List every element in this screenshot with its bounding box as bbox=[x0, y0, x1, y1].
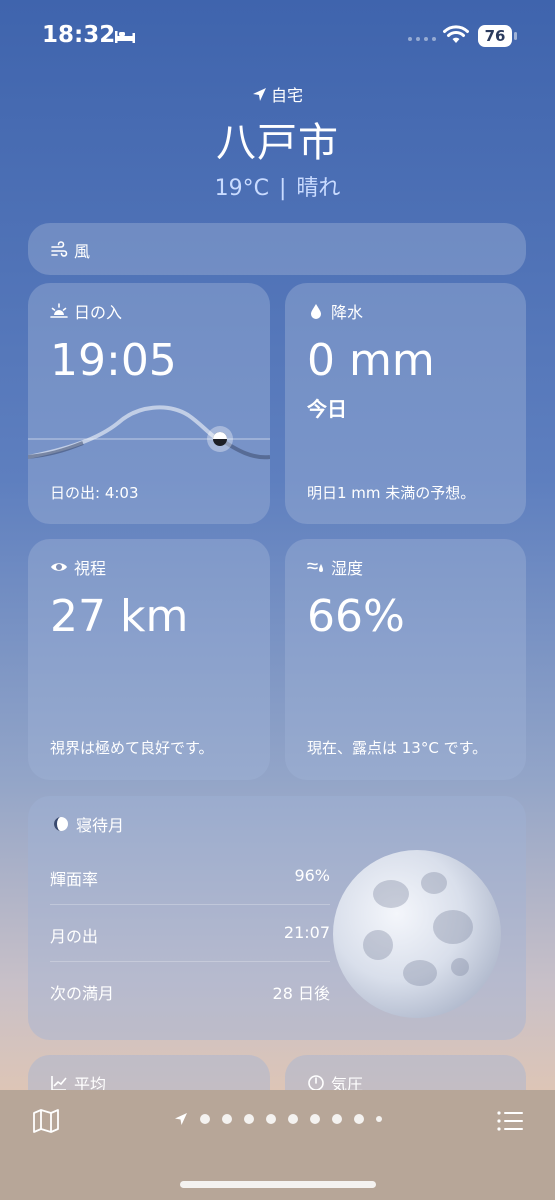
moon-image bbox=[333, 850, 501, 1018]
humidity-icon bbox=[307, 562, 323, 572]
page-dot[interactable] bbox=[309, 1114, 320, 1124]
location-label: 自宅 bbox=[0, 82, 555, 106]
moon-phase-icon bbox=[54, 817, 68, 831]
list-icon[interactable] bbox=[496, 1110, 524, 1132]
status-time: 18:32 bbox=[42, 22, 116, 48]
raindrop-icon bbox=[311, 304, 321, 319]
page-dot[interactable] bbox=[221, 1114, 232, 1124]
wifi-icon bbox=[443, 25, 469, 43]
visibility-card[interactable]: 視程 27 km 視界は極めて良好です。 bbox=[28, 539, 270, 780]
precipitation-card[interactable]: 降水 0 mm 今日 明日1 mm 未満の予想。 bbox=[285, 283, 526, 524]
precipitation-period: 今日 bbox=[307, 397, 347, 421]
sunset-card[interactable]: 日の入 19:05 日の出: 4:03 bbox=[28, 283, 270, 524]
wind-icon bbox=[51, 241, 68, 257]
moon-row-next-full: 次の満月 28 日後 bbox=[50, 980, 330, 1004]
page-dot[interactable] bbox=[353, 1114, 364, 1124]
status-bar: 18:32 76 bbox=[0, 0, 555, 72]
wind-card[interactable]: 風 bbox=[28, 223, 526, 275]
moon-phase-label: 寝待月 bbox=[76, 816, 125, 835]
dew-point-footer: 現在、露点は 13°C です。 bbox=[307, 739, 488, 757]
separator: | bbox=[278, 176, 287, 201]
page-indicator[interactable] bbox=[0, 1112, 555, 1126]
humidity-value: 66% bbox=[307, 591, 405, 642]
visibility-value: 27 km bbox=[50, 591, 189, 642]
city-name: 八戸市 bbox=[216, 120, 339, 166]
humidity-title: 湿度 bbox=[307, 555, 363, 579]
visibility-footer: 視界は極めて良好です。 bbox=[50, 739, 214, 757]
page-dot[interactable] bbox=[331, 1114, 342, 1124]
moon-row-illumination: 輝面率 96% bbox=[50, 866, 330, 890]
sunset-title: 日の入 bbox=[50, 299, 122, 323]
moon-row-value: 28 日後 bbox=[272, 984, 330, 1003]
precipitation-value: 0 mm bbox=[307, 335, 435, 386]
moon-row-label: 月の出 bbox=[50, 927, 99, 946]
sunset-icon bbox=[50, 303, 68, 318]
location-arrow-icon bbox=[252, 87, 266, 101]
moon-row-value: 96% bbox=[294, 866, 330, 885]
sunrise-footer: 日の出: 4:03 bbox=[50, 484, 139, 502]
sunset-time: 19:05 bbox=[50, 335, 177, 386]
visibility-title: 視程 bbox=[50, 555, 106, 579]
sun-path-curve bbox=[28, 405, 270, 460]
current-conditions: 19°C | 晴れ bbox=[0, 170, 555, 202]
humidity-card[interactable]: 湿度 66% 現在、露点は 13°C です。 bbox=[285, 539, 526, 780]
moon-row-label: 輝面率 bbox=[50, 870, 99, 889]
current-temperature: 19°C bbox=[214, 176, 269, 201]
sunset-label: 日の入 bbox=[74, 303, 123, 322]
page-dot[interactable] bbox=[287, 1114, 298, 1124]
battery-indicator: 76 bbox=[478, 25, 517, 47]
moon-row-value: 21:07 bbox=[283, 923, 330, 942]
page-dot[interactable] bbox=[375, 1116, 382, 1122]
location-name: 自宅 bbox=[270, 86, 303, 105]
page-dot[interactable] bbox=[265, 1114, 276, 1124]
signal-dots bbox=[408, 37, 436, 41]
eye-icon bbox=[51, 563, 67, 571]
wind-title: 風 bbox=[50, 238, 90, 262]
divider bbox=[50, 904, 330, 905]
moon-title: 寝待月 bbox=[52, 812, 124, 836]
visibility-label: 視程 bbox=[74, 559, 107, 578]
home-indicator bbox=[180, 1181, 376, 1188]
moon-row-label: 次の満月 bbox=[50, 984, 115, 1003]
humidity-label: 湿度 bbox=[331, 559, 364, 578]
divider bbox=[50, 961, 330, 962]
wind-label: 風 bbox=[74, 242, 91, 261]
precipitation-title: 降水 bbox=[307, 299, 363, 323]
moon-row-moonrise: 月の出 21:07 bbox=[50, 923, 330, 947]
precipitation-label: 降水 bbox=[331, 303, 364, 322]
weather-condition: 晴れ bbox=[296, 176, 341, 201]
page-dot[interactable] bbox=[243, 1114, 254, 1124]
bed-icon bbox=[115, 31, 135, 43]
location-arrow-icon bbox=[174, 1113, 187, 1125]
location-header: 自宅 八戸市 19°C | 晴れ bbox=[0, 82, 555, 202]
precipitation-forecast: 明日1 mm 未満の予想。 bbox=[307, 484, 476, 502]
page-dot[interactable] bbox=[199, 1114, 210, 1124]
